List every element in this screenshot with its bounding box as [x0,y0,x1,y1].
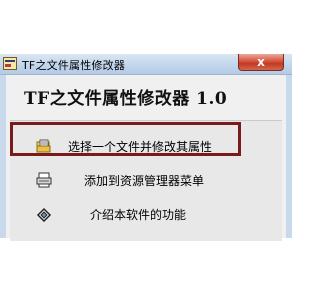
menu-item-about[interactable]: 介绍本软件的功能 [10,197,282,231]
selection-highlight-box [10,122,241,156]
title-bar[interactable]: TF之文件属性修改器 x [0,54,292,75]
info-icon [36,207,52,222]
menu-item-add-to-explorer[interactable]: 添加到资源管理器菜单 [10,163,282,197]
tf-app-icon [3,57,17,70]
menu-add-icon [36,172,52,188]
menu-item-label: 添加到资源管理器菜单 [84,174,205,188]
app-heading: TF之文件属性修改器 1.0 [24,89,228,109]
close-icon: x [257,55,265,69]
menu-item-label: 介绍本软件的功能 [90,208,187,222]
window-title: TF之文件属性修改器 [22,59,126,72]
close-button[interactable]: x [238,54,284,71]
